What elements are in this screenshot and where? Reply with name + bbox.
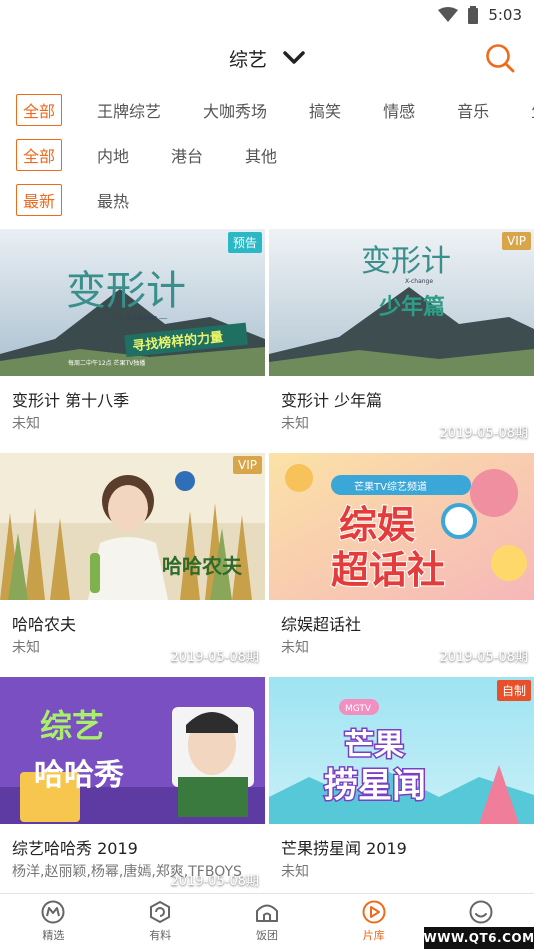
show-thumbnail: 变形计 — X-change — 寻找榜样的力量 每周二中午12点 芒果TV独播 [0, 229, 265, 376]
show-card[interactable]: MGTV 芒果 捞星闻 自制 芒果捞星闻 2019 未知 [269, 677, 534, 895]
genre-chip[interactable]: 生 [524, 94, 534, 126]
thumbnail-logo: 综娱 [339, 503, 415, 547]
vip-badge: VIP [233, 456, 262, 474]
thumbnail-logo: 哈哈农夫 [162, 554, 243, 578]
genre-chip[interactable]: 王牌综艺 [90, 94, 168, 126]
thumbnail-sub: 捞星闻 [324, 766, 426, 806]
library-play-icon [362, 900, 386, 924]
nav-item-featured[interactable]: 精选 [0, 894, 107, 949]
fan-group-icon [255, 904, 278, 922]
thumbnail-banner: 少年篇 [378, 294, 445, 320]
show-thumbnail: 哈哈农夫 [0, 453, 265, 600]
region-chip[interactable]: 其他 [238, 139, 284, 171]
status-bar: 5:03 [0, 0, 534, 30]
genre-chip[interactable]: 搞笑 [302, 94, 348, 126]
site-watermark: WWW.QT6.COM [423, 927, 534, 949]
thumbnail-logo: 综艺 [40, 707, 104, 745]
region-chip[interactable]: 内地 [90, 139, 136, 171]
show-card[interactable]: 变形计 — X-change — 寻找榜样的力量 每周二中午12点 芒果TV独播… [0, 229, 265, 447]
thumbnail-logo: 变形计 [66, 268, 186, 313]
show-cast: 未知 [12, 416, 40, 432]
header: 综艺 [0, 30, 534, 86]
show-title: 综娱超话社 [281, 615, 362, 634]
region-filter-row: 全部 内地 港台 其他 [0, 137, 534, 173]
show-thumbnail: 变形计 X-change 少年篇 [269, 229, 534, 376]
show-title: 变形计 少年篇 [281, 391, 383, 410]
thumbnail-sub: — X-change — [115, 313, 168, 322]
show-title: 变形计 第十八季 [12, 391, 130, 410]
status-badge: 自制 [496, 680, 531, 701]
region-chip-all[interactable]: 全部 [16, 139, 63, 171]
chevron-down-icon [283, 51, 305, 64]
genre-chip[interactable]: 大咖秀场 [196, 94, 274, 126]
show-cast: 未知 [281, 416, 309, 432]
show-thumbnail: MGTV 芒果 捞星闻 [269, 677, 534, 824]
show-cast: 杨洋,赵丽颖,杨幂,唐嫣,郑爽,TFBOYS [12, 864, 242, 880]
nav-label: 精选 [42, 929, 65, 942]
category-selector[interactable]: 综艺 [229, 45, 305, 72]
vip-badge: VIP [502, 232, 531, 250]
search-icon[interactable] [484, 42, 516, 74]
show-cast: 未知 [281, 864, 309, 880]
nav-label: 饭团 [255, 929, 278, 942]
sort-chip-latest[interactable]: 最新 [16, 184, 63, 216]
nav-label: 有料 [149, 929, 172, 942]
profile-icon [469, 900, 493, 924]
sort-chip-hottest[interactable]: 最热 [90, 184, 136, 216]
page-title: 综艺 [228, 48, 267, 71]
battery-icon [468, 6, 479, 24]
show-title: 哈哈农夫 [12, 615, 77, 634]
show-thumbnail: 综艺 哈哈秀 [0, 677, 265, 824]
nav-item-discover[interactable]: 有料 [107, 894, 214, 949]
show-card[interactable]: 哈哈农夫 VIP 2019-05-08期 哈哈农夫 未知 [0, 453, 265, 671]
wifi-icon [438, 7, 459, 22]
sort-filter-row: 最新 最热 [0, 182, 534, 218]
genre-chip[interactable]: 音乐 [450, 94, 496, 126]
nav-label: 片库 [362, 929, 385, 942]
genre-filter-row: 全部 王牌综艺 大咖秀场 搞笑 情感 音乐 生 [0, 92, 534, 128]
region-chip[interactable]: 港台 [164, 139, 210, 171]
show-cast: 未知 [12, 640, 40, 656]
genre-chip-all[interactable]: 全部 [16, 94, 63, 126]
show-card[interactable]: 芒果TV综艺频道 综娱 超话社 2019-05-08期 综娱超话社 未知 [269, 453, 534, 671]
status-badge: 预告 [227, 232, 262, 253]
status-time: 5:03 [488, 6, 522, 24]
show-title: 综艺哈哈秀 2019 [12, 839, 138, 858]
thumbnail-banner: MGTV [345, 704, 372, 714]
thumbnail-footer: 每周二中午12点 芒果TV独播 [68, 359, 145, 367]
nav-item-library[interactable]: 片库 [320, 894, 427, 949]
thumbnail-banner: 芒果TV综艺频道 [354, 480, 427, 493]
thumbnail-logo: 变形计 [361, 245, 451, 278]
thumbnail-logo: 芒果 [344, 728, 404, 763]
nav-item-fan-group[interactable]: 饭团 [214, 894, 321, 949]
thumbnail-sub: 超话社 [331, 548, 445, 592]
thumbnail-sub: X-change [405, 278, 433, 285]
show-card[interactable]: 变形计 X-change 少年篇 VIP 2019-05-08期 变形计 少年篇… [269, 229, 534, 447]
featured-icon [41, 900, 65, 924]
show-title: 芒果捞星闻 2019 [281, 839, 407, 858]
show-thumbnail: 芒果TV综艺频道 综娱 超话社 [269, 453, 534, 600]
show-card[interactable]: 综艺 哈哈秀 2019-05-08期 综艺哈哈秀 2019 杨洋,赵丽颖,杨幂,… [0, 677, 265, 895]
genre-chip[interactable]: 情感 [376, 94, 422, 126]
discover-icon [150, 900, 171, 924]
thumbnail-sub: 哈哈秀 [34, 758, 124, 793]
show-cast: 未知 [281, 640, 309, 656]
